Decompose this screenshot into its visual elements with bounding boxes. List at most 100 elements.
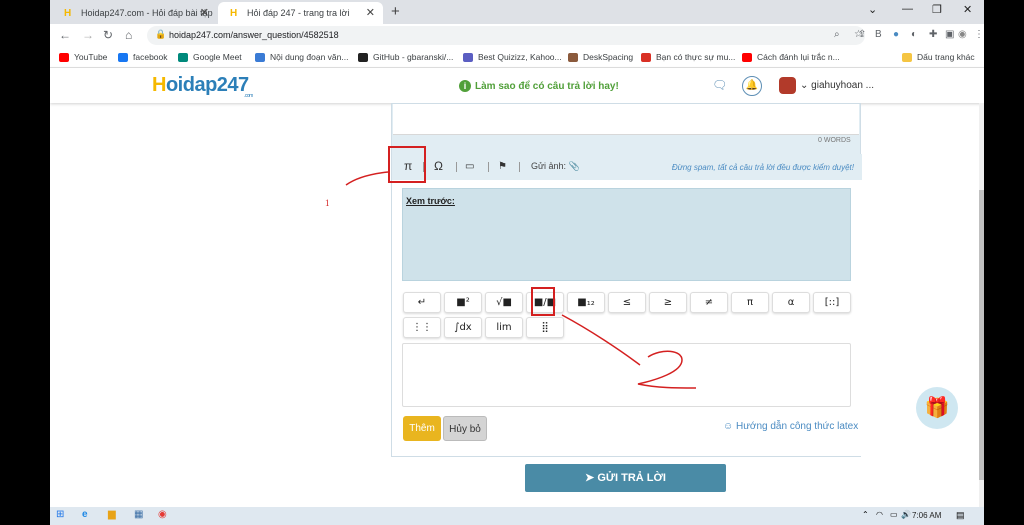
hoidap-favicon-icon: H xyxy=(230,7,238,19)
bookmark-label: DeskSpacing xyxy=(583,52,634,62)
logo-com: .com xyxy=(244,93,253,99)
bookmark-youtube[interactable]: YouTube xyxy=(59,52,107,62)
file-explorer-icon[interactable]: ▆ xyxy=(108,509,116,520)
integral-button[interactable]: ∫dx xyxy=(444,317,482,338)
bookmark-github[interactable]: GitHub - gbaranski/... xyxy=(358,52,453,62)
bookmark-google-meet[interactable]: Google Meet xyxy=(178,52,242,62)
tab-search-icon[interactable]: ⌄ xyxy=(868,3,877,16)
home-icon[interactable]: ⌂ xyxy=(125,28,132,42)
clock[interactable]: 7:06 AM xyxy=(912,511,941,520)
github-icon xyxy=(358,52,368,62)
extension-circle-icon[interactable]: ● xyxy=(893,29,899,40)
greater-equal-button[interactable]: ≥ xyxy=(649,292,687,313)
latex-guide-link[interactable]: ☺ Hướng dẫn công thức latex xyxy=(723,421,858,432)
quizizz-icon xyxy=(463,52,473,62)
tab-hoidap-home[interactable]: H Hoidap247.com - Hỏi đáp bài tập ✕ xyxy=(52,2,217,24)
bookmark-quizizz[interactable]: Best Quizizz, Kahoo... xyxy=(463,52,562,62)
bookmark-facebook[interactable]: facebook xyxy=(118,52,168,62)
cancel-button[interactable]: Hủy bỏ xyxy=(443,416,487,441)
answer-tip-link[interactable]: i Làm sao để có câu trả lời hay! xyxy=(459,80,619,92)
upload-image-label[interactable]: Gửi ảnh: 📎 xyxy=(531,161,580,172)
info-icon: i xyxy=(459,80,471,92)
sqrt-button[interactable]: √■ xyxy=(485,292,523,313)
facebook-icon xyxy=(118,52,128,62)
close-tab-icon[interactable]: ✕ xyxy=(366,6,375,19)
tray-chevron-icon[interactable]: ⌃ xyxy=(862,510,869,519)
deskspacing-icon xyxy=(568,52,578,62)
windows-start-icon[interactable]: ⊞ xyxy=(56,509,64,520)
avatar[interactable] xyxy=(779,77,796,94)
editor-toolbar: π Ω ▭ ⚑ Gửi ảnh: 📎 Đừng spam, tất cả câu… xyxy=(392,154,862,180)
menu-icon[interactable]: ⋮ xyxy=(974,29,984,40)
grid-button[interactable]: ⣿ xyxy=(526,317,564,338)
address-bar[interactable]: 🔒 hoidap247.com/answer_question/4582518 … xyxy=(147,26,865,45)
url-text: hoidap247.com/answer_question/4582518 xyxy=(169,30,339,40)
extension-b-icon[interactable]: B xyxy=(875,29,882,40)
browser-window: H Hoidap247.com - Hỏi đáp bài tập ✕ H Hỏ… xyxy=(50,0,984,525)
restore-icon[interactable]: ❐ xyxy=(932,3,942,16)
alpha-button[interactable]: α xyxy=(772,292,810,313)
answer-editor: 0 WORDS π Ω ▭ ⚑ Gửi ảnh: 📎 Đừng spam, tấ… xyxy=(391,103,862,457)
display-icon[interactable]: ▭ xyxy=(890,510,898,519)
zoom-icon[interactable]: ⌕ xyxy=(834,29,840,40)
chrome-icon[interactable]: ◉ xyxy=(158,509,167,520)
close-tab-icon[interactable]: ✕ xyxy=(200,6,209,19)
newline-button[interactable]: ↵ xyxy=(403,292,441,313)
logo-text: oidap247 xyxy=(165,74,249,96)
send-icon: ➤ xyxy=(585,472,595,484)
gift-icon[interactable]: 🎁 xyxy=(916,387,958,429)
google-meet-icon xyxy=(178,52,188,62)
site-logo[interactable]: Hoidap247 .com xyxy=(152,74,253,99)
table-icon[interactable]: ▭ xyxy=(465,161,474,172)
submit-answer-button[interactable]: ➤ GỬI TRẢ LỜI xyxy=(525,464,726,492)
volume-icon[interactable]: 🔊 xyxy=(901,510,911,519)
other-bookmarks[interactable]: Dấu trang khác xyxy=(902,52,975,62)
chat-icon[interactable]: 🗨 xyxy=(712,78,727,92)
pi-button[interactable]: π xyxy=(731,292,769,313)
bookmark-youtube-2[interactable]: Cách đánh lụi trắc n... xyxy=(742,52,840,62)
flag-icon[interactable]: ⚑ xyxy=(498,161,507,172)
subscript-button[interactable]: ■₁₂ xyxy=(567,292,605,313)
back-icon[interactable]: ← xyxy=(59,28,71,42)
add-button[interactable]: Thêm xyxy=(403,416,441,441)
close-window-icon[interactable]: ✕ xyxy=(963,3,972,16)
limit-button[interactable]: lim xyxy=(485,317,523,338)
minimize-icon[interactable]: — xyxy=(902,3,913,15)
reload-icon[interactable]: ↻ xyxy=(103,28,113,42)
share-icon[interactable]: ⇪ xyxy=(858,29,866,40)
folder-icon xyxy=(902,52,912,62)
answer-textarea[interactable] xyxy=(393,104,859,135)
notification-bell-icon[interactable]: 🔔 xyxy=(742,76,762,96)
fraction-button[interactable]: ■/■ xyxy=(526,292,564,313)
omega-symbol-icon[interactable]: Ω xyxy=(434,159,443,173)
forward-icon[interactable]: → xyxy=(82,28,94,42)
bookmark-gmail[interactable]: Bạn có thực sự mu... xyxy=(641,52,735,62)
system-button[interactable]: [::] xyxy=(813,292,851,313)
upload-image-text: Gửi ảnh: xyxy=(531,161,567,171)
divider xyxy=(423,162,424,172)
edge-icon[interactable]: e xyxy=(82,509,88,520)
new-tab-icon[interactable]: + xyxy=(391,3,400,20)
notifications-icon[interactable]: ▤ xyxy=(956,510,965,521)
word-count: 0 WORDS xyxy=(818,137,851,144)
matrix-button[interactable]: ⋮⋮ xyxy=(403,317,441,338)
username[interactable]: ⌄ giahuyhoan ... xyxy=(800,80,874,91)
power-button[interactable]: ■² xyxy=(444,292,482,313)
bookmark-noi-dung[interactable]: Nội dung đoạn văn... xyxy=(255,52,348,62)
not-equal-button[interactable]: ≠ xyxy=(690,292,728,313)
bookmark-deskspacing[interactable]: DeskSpacing xyxy=(568,52,633,62)
lock-icon[interactable]: 🔒 xyxy=(155,29,166,40)
sidepanel-icon[interactable]: ▣ xyxy=(945,29,954,40)
tip-text: Làm sao để có câu trả lời hay! xyxy=(475,80,619,92)
formula-input[interactable] xyxy=(402,343,851,407)
tab-answer-page[interactable]: H Hỏi đáp 247 - trang tra lời ✕ xyxy=(218,2,383,24)
extension-eye-icon[interactable]: ◐ xyxy=(911,29,917,40)
store-icon[interactable]: ▦ xyxy=(134,509,143,520)
less-equal-button[interactable]: ≤ xyxy=(608,292,646,313)
profile-icon[interactable]: ◉ xyxy=(958,29,967,40)
scrollbar-thumb[interactable] xyxy=(979,190,984,480)
hoidap-favicon-icon: H xyxy=(64,7,72,19)
puzzle-icon[interactable]: ✚ xyxy=(929,29,937,40)
pi-formula-icon[interactable]: π xyxy=(404,159,412,173)
network-icon[interactable]: ◠ xyxy=(876,510,883,519)
